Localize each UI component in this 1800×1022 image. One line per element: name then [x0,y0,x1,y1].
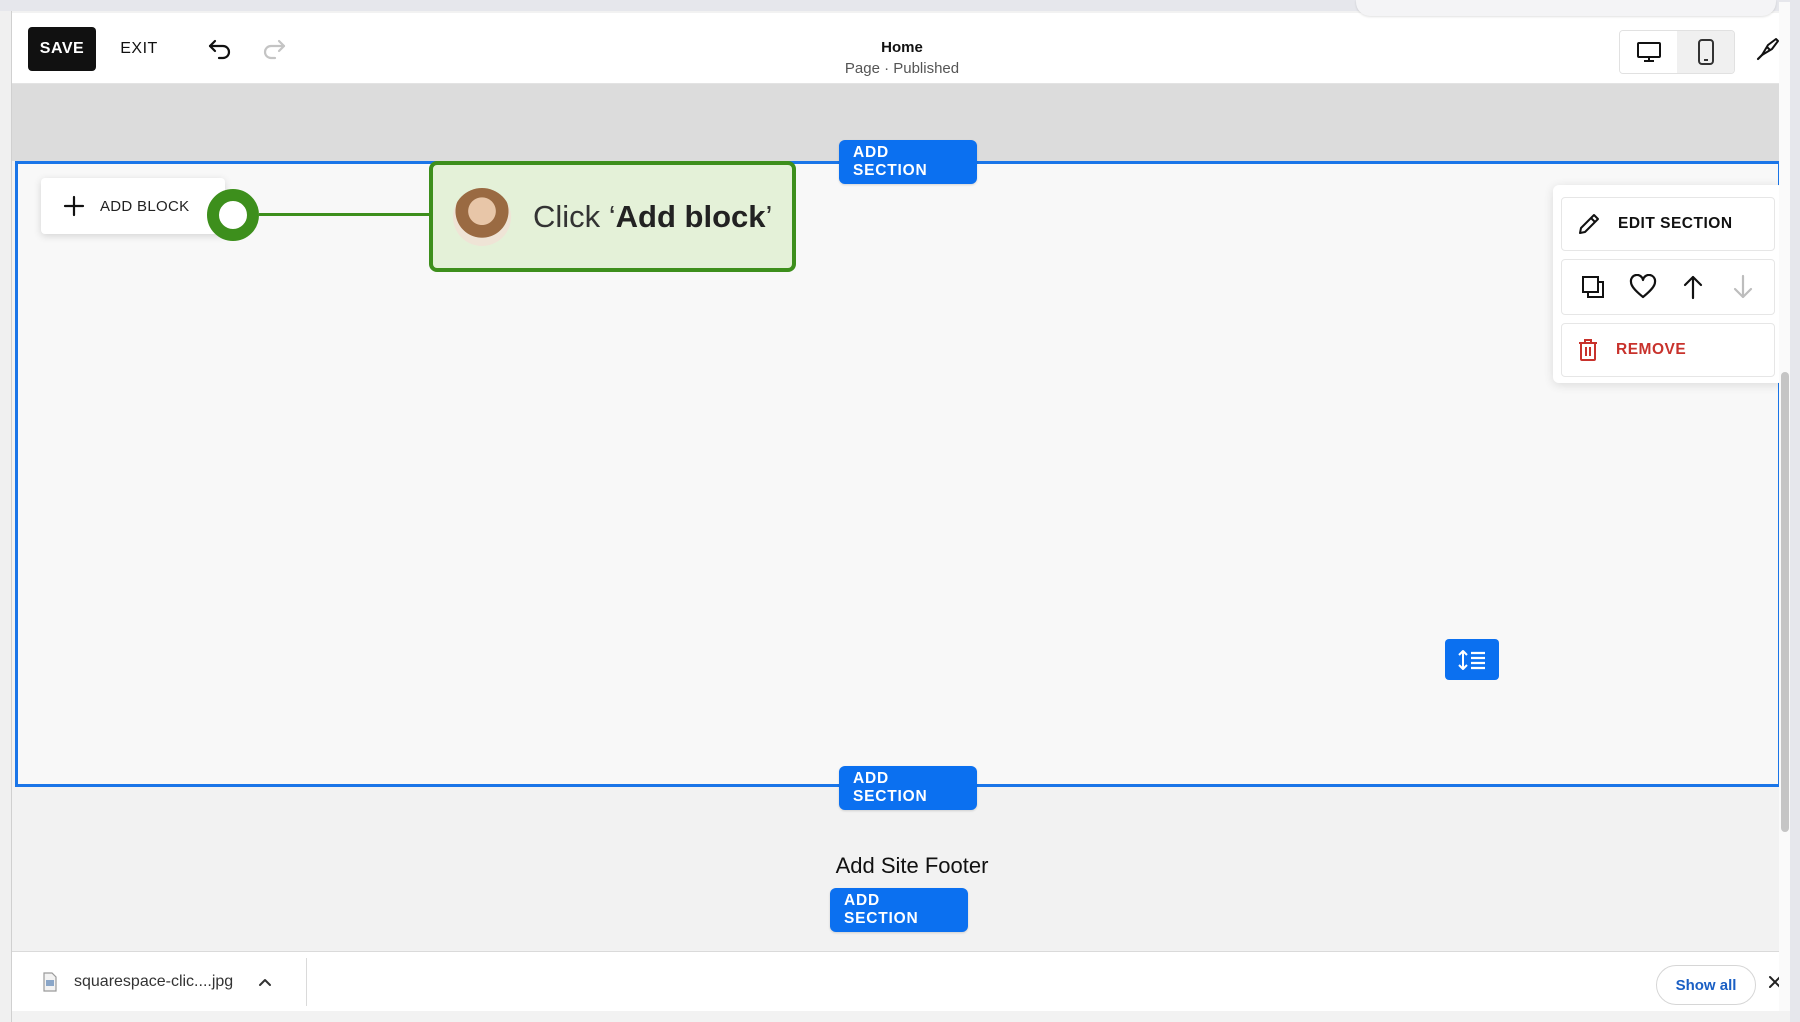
left-rail [0,11,11,1022]
pencil-icon [1576,211,1602,237]
desktop-icon [1636,42,1661,62]
spacing-icon [1458,649,1485,670]
editor-frame: SAVE EXIT Home Page · Published ADD SECT… [11,11,1790,1022]
add-block-label: ADD BLOCK [100,197,190,215]
desktop-view-button[interactable] [1620,31,1677,73]
section-actions-panel: EDIT SECTION REMOVE [1553,185,1784,383]
tutorial-callout: Click ‘Add block’ [429,161,796,272]
page-title-block: Home Page · Published [802,39,1002,77]
section-spacing-button[interactable] [1445,639,1499,680]
section-icon-row [1561,259,1775,315]
download-file-name: squarespace-clic....jpg [74,973,234,990]
exit-button[interactable]: EXIT [114,27,164,71]
add-section-button-top[interactable]: ADD SECTION [839,140,977,184]
guide-avatar [453,187,511,246]
move-down-icon[interactable] [1723,267,1763,307]
device-toggle [1619,30,1735,74]
selected-section[interactable] [15,161,1781,787]
duplicate-icon[interactable] [1573,267,1613,307]
add-site-footer-title: Add Site Footer [835,853,989,878]
mobile-view-button[interactable] [1677,31,1734,73]
redo-icon[interactable] [256,31,292,67]
callout-hotspot [207,189,259,241]
heart-icon[interactable] [1623,267,1663,307]
add-block-button[interactable]: ADD BLOCK [41,178,225,234]
remove-section-button[interactable]: REMOVE [1561,323,1775,377]
download-bar: squarespace-clic....jpg Show all [12,951,1790,1011]
save-button[interactable]: SAVE [28,27,96,71]
browser-tab-edge [1356,0,1776,16]
undo-icon[interactable] [202,31,238,67]
trash-icon [1576,337,1600,363]
callout-connector [259,213,431,216]
add-section-button-footer[interactable]: ADD SECTION [830,888,968,932]
page-status: Page · Published [844,60,960,77]
edit-section-label: EDIT SECTION [1618,215,1733,232]
editor-toolbar: SAVE EXIT Home Page · Published [12,13,1790,84]
add-section-button-bottom[interactable]: ADD SECTION [839,766,977,810]
show-all-button[interactable]: Show all [1656,965,1756,1005]
scrollbar-thumb[interactable] [1781,372,1789,832]
page-title: Home [881,39,923,56]
chevron-up-icon[interactable] [255,972,275,992]
download-item[interactable]: squarespace-clic....jpg [28,952,308,1012]
callout-text: Click ‘Add block’ [533,198,773,234]
remove-label: REMOVE [1616,341,1687,358]
edit-section-button[interactable]: EDIT SECTION [1561,197,1775,251]
download-separator [306,958,307,1006]
move-up-icon[interactable] [1673,267,1713,307]
file-icon [42,972,58,992]
plus-icon [61,193,87,219]
mobile-icon [1697,39,1714,65]
